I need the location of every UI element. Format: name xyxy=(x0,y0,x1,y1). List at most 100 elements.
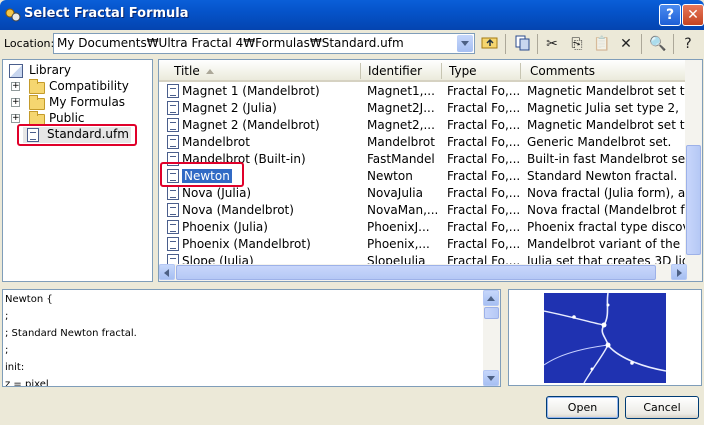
cell-type: Fractal Fo,... xyxy=(447,203,519,217)
table-row[interactable]: Nova (Julia) NovaJulia Fractal Fo,... Nova … xyxy=(159,185,689,202)
cell-identifier: Phoenix,... xyxy=(367,237,430,251)
delete-icon[interactable]: ✕ xyxy=(616,34,636,54)
close-button[interactable]: ✕ xyxy=(682,4,704,26)
code-line: ; Standard Newton fractal. xyxy=(5,328,137,339)
window-title: Select Fractal Formula xyxy=(24,6,189,21)
title-bar: Select Fractal Formula ? ✕ xyxy=(0,0,704,30)
cell-type: Fractal Fo,... xyxy=(447,135,519,149)
scroll-right-icon[interactable] xyxy=(671,264,687,280)
toolbar-separator xyxy=(537,34,538,54)
location-dropdown-button[interactable] xyxy=(457,35,473,52)
paste-icon[interactable]: 📋 xyxy=(592,34,612,54)
cell-comments: Mandelbrot variant of the Ph xyxy=(527,237,687,251)
column-divider xyxy=(520,63,521,79)
table-row[interactable]: Magnet 2 (Julia) Magnet2J... Fractal Fo,..… xyxy=(159,100,689,117)
table-row[interactable]: Phoenix (Julia) PhoenixJ... Fractal Fo,...… xyxy=(159,219,689,236)
cell-identifier: Magnet2J... xyxy=(367,101,435,115)
formula-icon xyxy=(167,84,179,98)
table-row[interactable]: Phoenix (Mandelbrot) Phoenix,... Fractal F… xyxy=(159,236,689,253)
tree-item-label: Library xyxy=(29,63,71,77)
location-combobox[interactable]: My Documents₩Ultra Fractal 4₩Formulas₩St… xyxy=(53,33,475,54)
folder-icon xyxy=(29,95,45,110)
location-bar: Location: My Documents₩Ultra Fractal 4₩F… xyxy=(0,30,704,58)
cell-title: Nova (Mandelbrot) xyxy=(182,203,294,217)
expand-icon[interactable]: + xyxy=(11,98,20,107)
cell-title: Magnet 2 (Mandelbrot) xyxy=(182,118,320,132)
list-horizontal-scrollbar[interactable] xyxy=(159,264,687,281)
folder-up-icon[interactable] xyxy=(480,34,500,54)
expand-icon[interactable]: + xyxy=(11,114,20,123)
toolbar-separator xyxy=(673,34,674,54)
view-icon[interactable] xyxy=(513,34,533,54)
expand-icon[interactable]: + xyxy=(11,82,20,91)
formula-source-view[interactable]: Newton {; ; Standard Newton fractal.; init… xyxy=(2,289,501,387)
toolbar-separator xyxy=(641,34,642,54)
cell-type: Fractal Fo,... xyxy=(447,84,519,98)
tree-item-label: Compatibility xyxy=(49,79,129,93)
cell-identifier: Mandelbrot xyxy=(367,135,435,149)
tree-item-label: My Formulas xyxy=(49,95,126,109)
app-icon xyxy=(5,8,21,22)
list-vertical-scrollbar[interactable] xyxy=(685,60,702,281)
code-line: init: xyxy=(5,362,25,373)
preview-panel xyxy=(508,289,702,386)
cell-identifier: Magnet2,... xyxy=(367,118,435,132)
cell-comments: Standard Newton fractal. xyxy=(527,169,678,183)
formula-icon xyxy=(167,118,179,132)
help-button[interactable]: ? xyxy=(659,4,681,26)
scrollbar-thumb[interactable] xyxy=(686,145,701,255)
sort-ascending-icon xyxy=(205,69,214,74)
scroll-down-icon[interactable] xyxy=(483,370,499,386)
copy-icon[interactable]: ⎘ xyxy=(567,34,587,54)
cell-type: Fractal Fo,... xyxy=(447,186,519,200)
cancel-button[interactable]: Cancel xyxy=(625,396,699,419)
open-button[interactable]: Open xyxy=(546,396,619,419)
scrollbar-thumb[interactable] xyxy=(484,307,499,319)
cell-type: Fractal Fo,... xyxy=(447,220,519,234)
toolbar-separator xyxy=(505,34,506,54)
formula-icon xyxy=(167,237,179,251)
location-value: My Documents₩Ultra Fractal 4₩Formulas₩St… xyxy=(57,36,404,50)
cell-type: Fractal Fo,... xyxy=(447,237,519,251)
cell-comments: Nova fractal (Mandelbrot for xyxy=(527,203,687,217)
table-row[interactable]: Mandelbrot Mandelbrot Fractal Fo,... Generi… xyxy=(159,134,689,151)
tree-item-my-formulas[interactable]: + My Formulas xyxy=(6,95,146,111)
formula-icon xyxy=(167,203,179,217)
table-row[interactable]: Magnet 2 (Mandelbrot) Magnet2,... Fractal … xyxy=(159,117,689,134)
code-vertical-scrollbar[interactable] xyxy=(483,290,500,386)
highlight-box-list xyxy=(160,162,244,187)
help-icon[interactable]: ? xyxy=(678,34,698,54)
cell-identifier: NovaJulia xyxy=(367,186,423,200)
cell-type: Fractal Fo,... xyxy=(447,118,519,132)
scroll-up-icon[interactable] xyxy=(483,290,499,306)
cell-identifier: PhoenixJ... xyxy=(367,220,430,234)
cell-identifier: Magnet1,... xyxy=(367,84,435,98)
code-line: ; xyxy=(5,311,9,322)
cell-comments: Generic Mandelbrot set. xyxy=(527,135,672,149)
column-header-type[interactable]: Type xyxy=(449,64,477,78)
cut-icon[interactable]: ✂ xyxy=(542,34,562,54)
scroll-left-icon[interactable] xyxy=(159,264,175,280)
fractal-preview-image xyxy=(544,293,666,383)
cell-comments: Phoenix fractal type discove xyxy=(527,220,687,234)
column-header-comments[interactable]: Comments xyxy=(530,64,595,78)
table-row[interactable]: Nova (Mandelbrot) NovaMan,... Fractal Fo,.… xyxy=(159,202,689,219)
cell-title: Nova (Julia) xyxy=(182,186,252,200)
library-icon xyxy=(9,64,23,78)
cell-comments: Magnetic Mandelbrot set typ xyxy=(527,84,687,98)
cell-type: Fractal Fo,... xyxy=(447,169,519,183)
tree-item-compatibility[interactable]: + Compatibility xyxy=(6,79,146,95)
cell-comments: Magnetic Julia set type 2, xyxy=(527,101,679,115)
tree-item-label: Public xyxy=(49,111,85,125)
scrollbar-thumb[interactable] xyxy=(176,265,656,280)
column-header-identifier[interactable]: Identifier xyxy=(368,64,422,78)
tree-item-library[interactable]: Library xyxy=(6,63,146,79)
library-tree: Library + Compatibility + My Formulas + … xyxy=(2,59,153,282)
cell-identifier: NovaMan,... xyxy=(367,203,439,217)
find-icon[interactable]: 🔍 xyxy=(648,34,668,54)
cell-title: Mandelbrot xyxy=(182,135,250,149)
cell-type: Fractal Fo,... xyxy=(447,152,519,166)
cell-identifier: Newton xyxy=(367,169,413,183)
column-header-title[interactable]: Title xyxy=(174,64,214,78)
table-row[interactable]: Magnet 1 (Mandelbrot) Magnet1,... Fractal … xyxy=(159,83,689,100)
